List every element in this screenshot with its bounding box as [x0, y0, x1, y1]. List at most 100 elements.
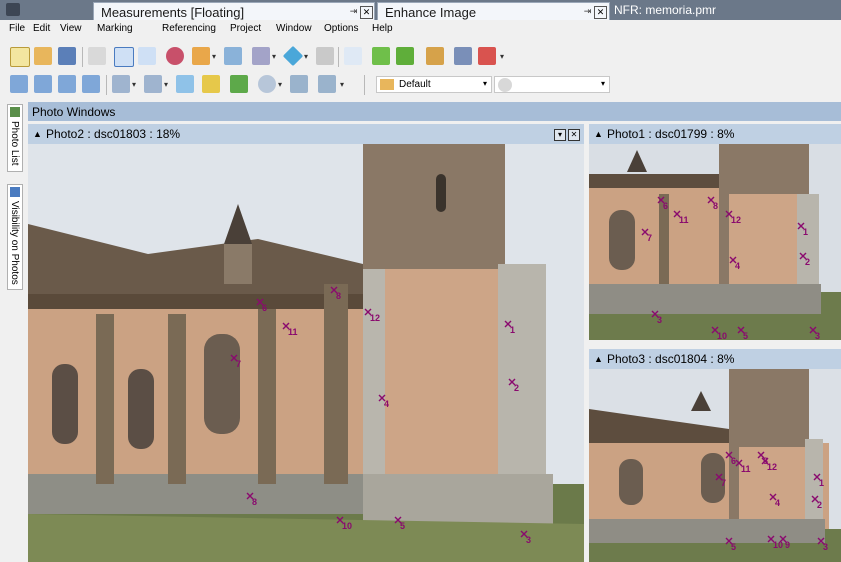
- menu-project[interactable]: Project: [230, 23, 261, 34]
- link-green-icon[interactable]: [372, 47, 390, 65]
- marker-label: 8: [713, 201, 718, 211]
- photo-view-3-icon[interactable]: [58, 75, 76, 93]
- pen-tool-icon[interactable]: [316, 47, 334, 65]
- color-combo[interactable]: ▾: [494, 76, 610, 93]
- menu-options[interactable]: Options: [324, 23, 358, 34]
- menu-referencing[interactable]: Referencing: [162, 23, 216, 34]
- measurements-title: Measurements [Floating]: [101, 5, 245, 20]
- marker-label: 4: [735, 261, 740, 271]
- marker-label: 3: [815, 331, 820, 340]
- marker-label: 7: [236, 359, 241, 369]
- style-combo[interactable]: Default ▾: [376, 76, 492, 93]
- photo-list-icon: [10, 107, 20, 117]
- pin-icon: ▲: [594, 129, 603, 139]
- marker-label: 4: [384, 399, 389, 409]
- point-marker-icon[interactable]: [192, 47, 210, 65]
- photo3-window[interactable]: ▲ Photo3 : dsc01804 : 8% 681211714210953: [589, 349, 841, 562]
- marker-label: 10: [773, 540, 783, 550]
- style-combo-value: Default: [399, 79, 431, 90]
- marker-label: 4: [775, 498, 780, 508]
- diamond-tool-icon[interactable]: [282, 45, 304, 67]
- curve-tool-icon[interactable]: [252, 47, 270, 65]
- process-icon[interactable]: [426, 47, 444, 65]
- chevron-down-icon: ▾: [482, 79, 487, 88]
- menu-bar: File Edit View Marking Referencing Proje…: [0, 20, 841, 38]
- pin-icon: ▲: [33, 129, 42, 139]
- zoom-fit-icon[interactable]: [290, 75, 308, 93]
- pin-icon[interactable]: ⇥: [348, 6, 359, 17]
- marker-label: 12: [767, 462, 777, 472]
- marker-label: 10: [717, 331, 727, 340]
- photo2-image[interactable]: 6 8 12 11 7 1 4 2 8 10 5 3: [28, 144, 584, 562]
- marker-label: 12: [731, 215, 741, 225]
- photo3-image[interactable]: 681211714210953: [589, 369, 841, 562]
- pin-icon[interactable]: ⇥: [582, 6, 593, 17]
- menu-edit[interactable]: Edit: [33, 23, 50, 34]
- marker-label: 2: [514, 383, 519, 393]
- photo-view-2-icon[interactable]: [34, 75, 52, 93]
- close-icon[interactable]: ✕: [594, 6, 607, 19]
- photo1-window[interactable]: ▲ Photo1 : dsc01799 : 8% 6 8 12 11 7 1 2 4 3 10 5 3: [589, 124, 841, 340]
- visibility-icon: [10, 187, 20, 197]
- marker-label: 1: [803, 227, 808, 237]
- table-icon[interactable]: [176, 75, 194, 93]
- marker-label: 2: [817, 500, 822, 510]
- line-tool-icon[interactable]: [224, 47, 242, 65]
- view-toolbar: ▾ ▾ ▾ ▾ Default ▾ ▾: [8, 71, 840, 99]
- dropdown-icon[interactable]: ▾: [554, 129, 566, 141]
- menu-file[interactable]: File: [9, 23, 25, 34]
- photo-windows-header: Photo Windows: [28, 102, 841, 121]
- menu-window[interactable]: Window: [276, 23, 312, 34]
- marker-label: 11: [288, 327, 298, 337]
- photo1-image[interactable]: 6 812117124310 5 3: [589, 144, 841, 340]
- close-icon[interactable]: ✕: [360, 6, 373, 19]
- measurements-floating-toolbar[interactable]: Measurements [Floating] ⇥ ✕: [93, 2, 375, 21]
- undo-icon[interactable]: [88, 47, 106, 65]
- zoom-icon[interactable]: [258, 75, 276, 93]
- marker-label: 7: [721, 478, 726, 488]
- tab-photo-list[interactable]: Photo List: [7, 104, 23, 172]
- marker-label: 6: [731, 456, 736, 466]
- delete-points-icon[interactable]: [166, 47, 184, 65]
- left-tab-rail: Photo List Visibility on Photos: [0, 100, 27, 562]
- chevron-down-icon: ▾: [600, 79, 605, 88]
- ruler-icon[interactable]: [202, 75, 220, 93]
- marker-label: 10: [342, 521, 352, 531]
- new-project-icon[interactable]: [10, 47, 30, 67]
- photo2-title: Photo2 : dsc01803 : 18%: [46, 127, 181, 141]
- photo-view-icon[interactable]: [10, 75, 28, 93]
- pin-icon: ▲: [594, 354, 603, 364]
- window-icon[interactable]: [144, 75, 162, 93]
- marker-label: 5: [743, 331, 748, 340]
- marker-label: 12: [370, 313, 380, 323]
- marker-label: 9: [785, 540, 790, 550]
- wand-icon[interactable]: [478, 47, 496, 65]
- menu-view[interactable]: View: [60, 23, 82, 34]
- marker-label: 3: [657, 315, 662, 325]
- close-icon[interactable]: ✕: [568, 129, 580, 141]
- select-pointer-icon[interactable]: [114, 47, 134, 67]
- link-green-alt-icon[interactable]: [396, 47, 414, 65]
- marker-label: 1: [819, 478, 824, 488]
- photo2-window[interactable]: ▲ Photo2 : dsc01803 : 18% ▾ ✕ 6 8 12 11 …: [28, 124, 584, 562]
- menu-marking[interactable]: Marking: [97, 23, 133, 34]
- title-bar: Measurements [Floating] ⇥ ✕ Enhance Imag…: [0, 0, 841, 21]
- multi-select-icon[interactable]: [138, 47, 156, 65]
- enhance-image-floating-toolbar[interactable]: Enhance Image ⇥ ✕: [377, 2, 610, 21]
- save-icon[interactable]: [58, 47, 76, 65]
- photo-view-4-icon[interactable]: [82, 75, 100, 93]
- marker-label: 6: [262, 303, 267, 313]
- photo1-header: ▲ Photo1 : dsc01799 : 8%: [589, 124, 841, 144]
- photo3-header: ▲ Photo3 : dsc01804 : 8%: [589, 349, 841, 369]
- open-project-icon[interactable]: [34, 47, 52, 65]
- reference-points-icon[interactable]: [344, 47, 362, 65]
- marker-label: 8: [336, 291, 341, 301]
- menu-help[interactable]: Help: [372, 23, 393, 34]
- marker-label: 11: [679, 215, 689, 225]
- tab-visibility-on-photos[interactable]: Visibility on Photos: [7, 184, 23, 290]
- marker-label: 1: [510, 325, 515, 335]
- grid-icon[interactable]: [318, 75, 336, 93]
- report-icon[interactable]: [454, 47, 472, 65]
- check-icon[interactable]: [230, 75, 248, 93]
- layout-icon[interactable]: [112, 75, 130, 93]
